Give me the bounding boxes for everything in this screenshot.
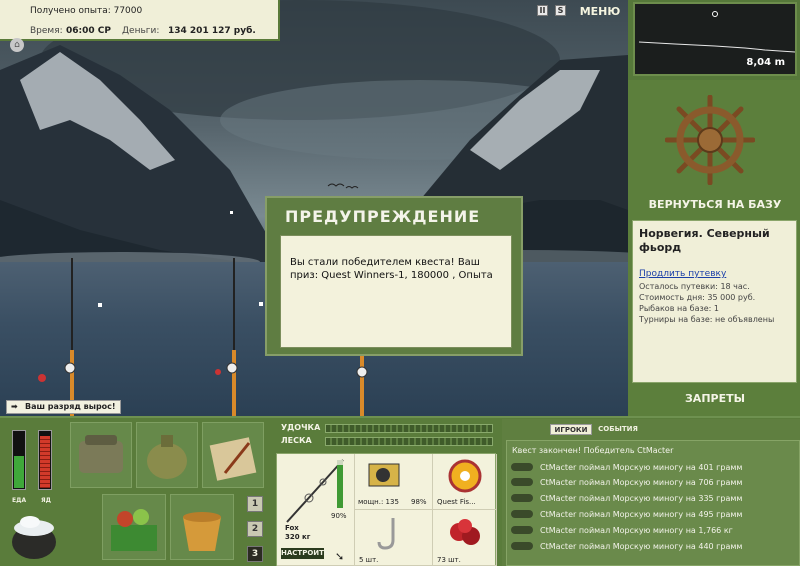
time-value: 06:00 СР [66, 26, 111, 36]
bans-button[interactable]: ЗАПРЕТЫ [630, 392, 800, 410]
experience-text: Получено опыта: 77000 [30, 6, 143, 16]
rank-notice[interactable]: ➡ Ваш разряд вырос! [6, 400, 121, 414]
arrow-right-icon: ➡ [11, 402, 18, 411]
bucket-icon [183, 512, 221, 551]
rank-notice-text: Ваш разряд вырос! [25, 402, 116, 411]
rod-name: Fox [285, 524, 299, 532]
bait-cell[interactable]: 73 шт. [433, 510, 497, 566]
anglers-count: Рыбаков на базе: 1 [639, 304, 719, 313]
sound-button[interactable]: S [555, 5, 566, 16]
slot-bucket[interactable] [170, 494, 234, 560]
chat-message: CtMacter поймал Морскую миногу на 401 гр… [540, 463, 743, 472]
line-tension-bar [325, 437, 493, 446]
game-screen: Получено опыта: 77000 Время: 06:00 СР Де… [0, 0, 800, 566]
money-value: 134 201 127 руб. [168, 26, 256, 36]
chat-message: CtMacter поймал Морскую миногу на 335 гр… [540, 494, 743, 503]
bait-count: 73 шт. [437, 556, 461, 564]
tab-players[interactable]: ИГРОКИ [550, 424, 592, 435]
slot-food-basket[interactable] [102, 494, 166, 560]
depth-value: 8,04 m [746, 57, 785, 68]
fish-icon [511, 494, 533, 502]
home-icon[interactable]: ⌂ [10, 38, 24, 52]
bait-icon [450, 519, 480, 545]
inventory-page-3[interactable]: 3 [247, 546, 263, 562]
hook-count: 5 шт. [359, 556, 379, 564]
day-cost: Стоимость дня: 35 000 руб. [639, 293, 756, 302]
poison-gauge-fill [40, 435, 50, 488]
food-gauge-fill [14, 456, 24, 488]
chat-message: CtMacter поймал Морскую миногу на 706 гр… [540, 478, 743, 487]
return-to-base-button[interactable]: ВЕРНУТЬСЯ НА БАЗУ [630, 198, 800, 216]
extend-ticket-link[interactable]: Продлить путевку [639, 269, 790, 279]
slot-notebook[interactable] [202, 422, 264, 488]
poison-label: ЯД [41, 497, 51, 504]
reel-percent: 98% [411, 498, 427, 506]
line-name: Quest Fis... [437, 498, 476, 506]
setup-button[interactable]: НАСТРОИТЬ [281, 548, 329, 559]
slot-tackle-bag[interactable] [70, 422, 132, 488]
dialog-title: ПРЕДУПРЕЖДЕНИЕ [285, 207, 481, 226]
line-label: ЛЕСКА [281, 436, 312, 445]
rod-percent: 90% [331, 512, 347, 520]
warning-dialog[interactable]: ПРЕДУПРЕЖДЕНИЕ Вы стали победителем квес… [265, 196, 523, 356]
food-label: ЕДА [12, 497, 27, 504]
rod-label: УДОЧКА [281, 423, 321, 432]
time-label: Время: [30, 26, 63, 36]
chat-message: CtMacter поймал Морскую миногу на 440 гр… [540, 542, 743, 551]
line-spool-icon [448, 459, 482, 493]
reel-icon [368, 463, 400, 487]
chat-message: CtMacter поймал Морскую миногу на 495 гр… [540, 510, 743, 519]
reel-power: мощн.: 135 [358, 498, 399, 506]
chat-header: Квест закончен! Победитель CtMacter [512, 446, 674, 455]
pause-button[interactable]: II [537, 5, 548, 16]
bag-icon [79, 435, 123, 473]
fish-icon [511, 542, 533, 550]
cast-arrow-icon[interactable]: ➘ [335, 550, 344, 563]
rod-tension-bar [325, 424, 493, 433]
tournaments-info: Турниры на базе: не объявлены [639, 315, 775, 324]
hook-cell[interactable]: 5 шт. [355, 510, 433, 566]
poison-gauge [38, 430, 52, 490]
chat-message: CtMacter поймал Морскую миногу на 1,766 … [540, 526, 733, 535]
rod-wear-fill [337, 464, 343, 508]
rod-wear-bar [337, 460, 343, 508]
ship-wheel-icon[interactable] [665, 95, 755, 185]
fish-icon [511, 526, 533, 534]
tab-events[interactable]: СОБЫТИЯ [597, 424, 639, 435]
ticket-remaining: Осталось путевки: 18 час. [639, 282, 750, 291]
location-title: Норвегия. Северный фьорд [639, 227, 770, 254]
line-cell[interactable]: Quest Fis... [433, 454, 497, 510]
location-panel: Норвегия. Северный фьорд Продлить путевк… [632, 220, 797, 383]
rod-capacity: 320 кг [285, 533, 311, 541]
inventory-page-1[interactable]: 1 [247, 496, 263, 512]
food-gauge [12, 430, 26, 490]
cauldron-icon[interactable] [6, 508, 62, 562]
slot-sack[interactable] [136, 422, 198, 488]
hook-icon [377, 518, 395, 550]
inventory-page-2[interactable]: 2 [247, 521, 263, 537]
sack-icon [147, 435, 187, 479]
fish-icon [511, 463, 533, 471]
player-info-panel: Получено опыта: 77000 Время: 06:00 СР Де… [0, 0, 280, 41]
reel-cell[interactable]: мощн.: 135 98% [355, 454, 433, 510]
menu-button[interactable]: МЕНЮ [579, 2, 621, 22]
notebook-icon [209, 437, 257, 481]
depth-meter: 8,04 m [633, 2, 797, 76]
fish-icon [511, 478, 533, 486]
dialog-message: Вы стали победителем квеста! Ваш приз: Q… [280, 235, 512, 348]
basket-icon [111, 509, 157, 551]
money-label: Деньги: [122, 26, 160, 36]
fish-icon [511, 510, 533, 518]
